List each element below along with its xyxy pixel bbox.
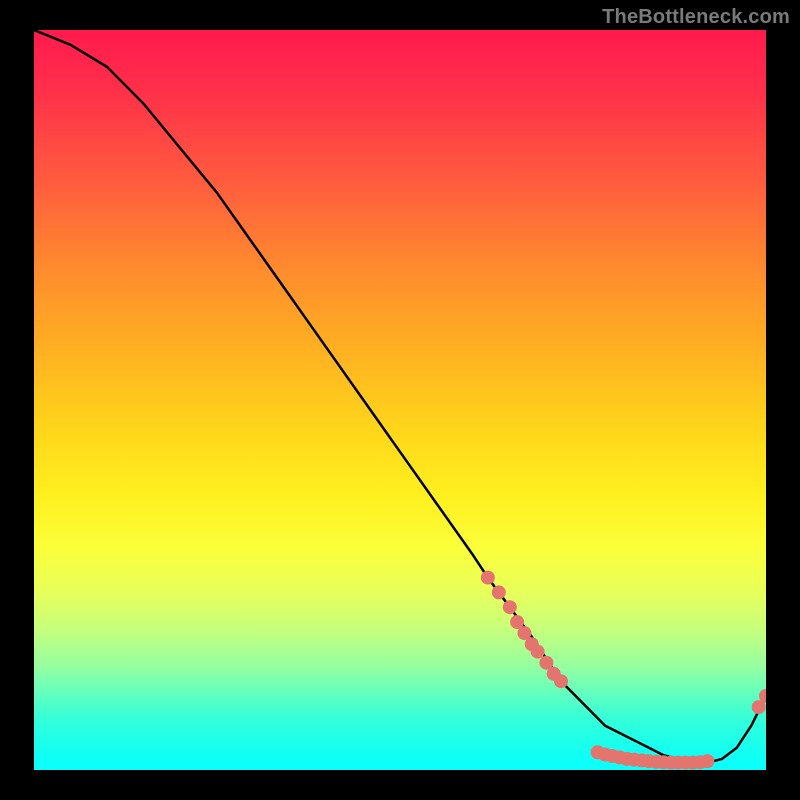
curve-line	[34, 30, 766, 763]
curve-marker	[481, 571, 495, 585]
plot-area	[34, 30, 766, 770]
watermark-label: TheBottleneck.com	[602, 6, 790, 29]
bottleneck-curve-path	[34, 30, 766, 763]
curve-layer	[34, 30, 766, 770]
curve-marker	[700, 754, 714, 768]
curve-marker	[554, 674, 568, 688]
chart-stage: TheBottleneck.com	[0, 0, 800, 800]
curve-marker	[492, 585, 506, 599]
curve-marker	[503, 600, 517, 614]
curve-marker	[531, 645, 545, 659]
curve-markers	[481, 571, 766, 770]
